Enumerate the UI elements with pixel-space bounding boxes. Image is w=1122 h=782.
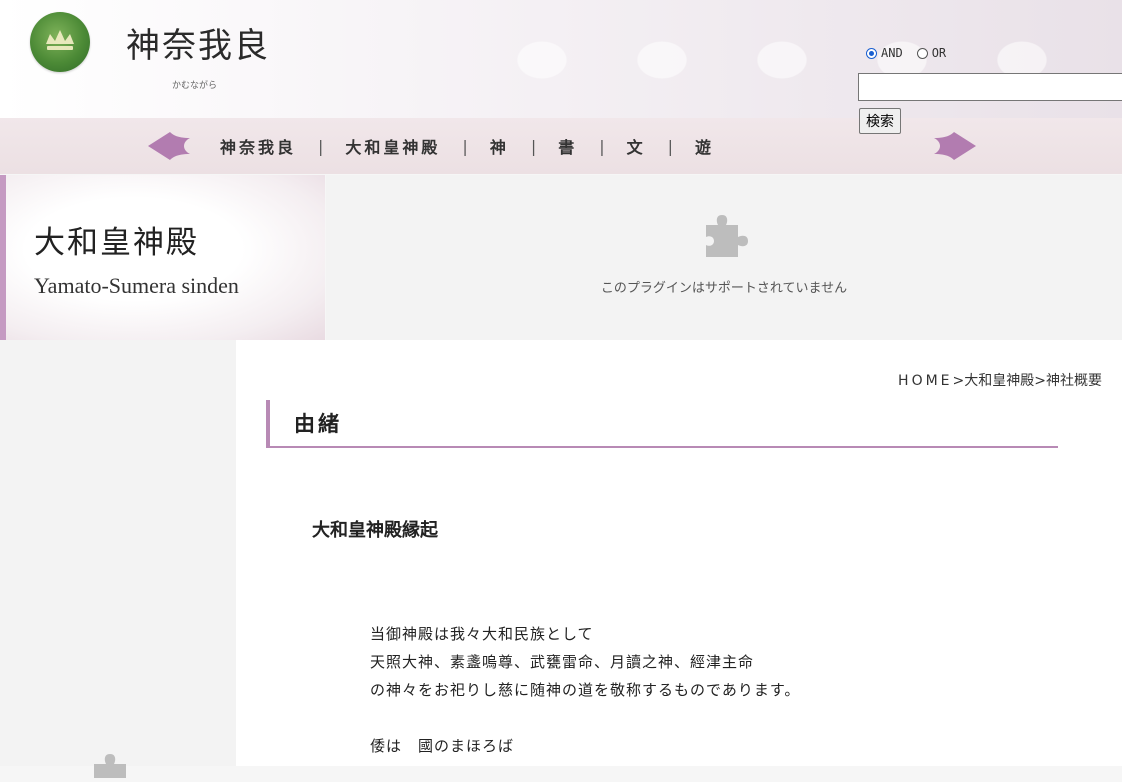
breadcrumb: HOME>大和皇神殿>神社概要 bbox=[898, 370, 1102, 390]
breadcrumb-home[interactable]: HOME bbox=[898, 373, 952, 389]
nav-item-kamunagara[interactable]: 神奈我良 bbox=[220, 134, 296, 158]
text-line: 天照大神、素盞嗚尊、武甕雷命、月讀之神、經津主命 bbox=[370, 653, 755, 671]
nav-item-shrine[interactable]: 大和皇神殿 bbox=[345, 134, 440, 158]
paragraph: 倭は 國のまほろば bbox=[370, 732, 514, 760]
section-heading: 由緒 bbox=[294, 411, 342, 436]
breadcrumb-sep: > bbox=[952, 373, 965, 389]
plugin-message: このプラグインはサポートされていません bbox=[600, 281, 848, 296]
search-options: AND OR bbox=[866, 46, 956, 60]
nav-item-kami[interactable]: 神 bbox=[490, 134, 509, 158]
site-subtitle: かむながら bbox=[172, 81, 218, 91]
main-content: HOME>大和皇神殿>神社概要 由緒 大和皇神殿縁起 当御神殿は我々大和民族とし… bbox=[236, 340, 1122, 766]
nav-item-texts[interactable]: 文 bbox=[627, 134, 646, 158]
text-line: 倭は 國のまほろば bbox=[370, 737, 515, 755]
banner-subtitle: Yamato-Sumera sinden bbox=[34, 273, 239, 298]
breadcrumb-parent[interactable]: 大和皇神殿 bbox=[964, 373, 1034, 389]
breadcrumb-sep: > bbox=[1034, 373, 1046, 389]
banner-title: 大和皇神殿 bbox=[34, 225, 199, 261]
breadcrumb-current: 神社概要 bbox=[1046, 373, 1102, 389]
sidebar bbox=[0, 340, 236, 778]
search-input[interactable] bbox=[858, 73, 1122, 101]
nav-separator: | bbox=[462, 136, 468, 156]
puzzle-piece-icon bbox=[88, 748, 138, 782]
section-heading-box: 由緒 bbox=[266, 400, 1058, 448]
nav-item-books[interactable]: 書 bbox=[558, 134, 577, 158]
and-radio[interactable] bbox=[866, 47, 877, 59]
or-label[interactable]: OR bbox=[932, 46, 946, 60]
and-label[interactable]: AND bbox=[881, 46, 903, 60]
nav-separator: | bbox=[599, 136, 605, 156]
or-radio[interactable] bbox=[916, 47, 928, 59]
text-line: 当御神殿は我々大和民族として bbox=[370, 625, 594, 643]
site-header: 神奈我良 かむながら AND OR bbox=[0, 0, 1122, 118]
arrow-right-icon[interactable] bbox=[932, 132, 978, 164]
puzzle-piece-icon bbox=[700, 209, 750, 263]
site-title[interactable]: 神奈我良 bbox=[126, 18, 270, 67]
nav-separator: | bbox=[530, 136, 537, 156]
main-nav: 神奈我良 | 大和皇神殿 | 神 | 書 | 文 | 遊 bbox=[0, 118, 1122, 174]
nav-items: 神奈我良 | 大和皇神殿 | 神 | 書 | 文 | 遊 bbox=[220, 118, 714, 174]
nav-item-play[interactable]: 遊 bbox=[695, 134, 714, 158]
page-banner: 大和皇神殿 Yamato-Sumera sinden bbox=[0, 175, 325, 340]
nav-separator: | bbox=[318, 136, 324, 156]
crown-emblem-icon[interactable] bbox=[30, 12, 90, 72]
article-title: 大和皇神殿縁起 bbox=[312, 520, 438, 541]
search-button[interactable]: 検索 bbox=[859, 108, 901, 134]
text-line: の神々をお祀りし慈に随神の道を敬称するものであります。 bbox=[370, 681, 801, 699]
nav-separator: | bbox=[667, 136, 674, 156]
plugin-placeholder: このプラグインはサポートされていません bbox=[326, 175, 1122, 340]
arrow-left-icon[interactable] bbox=[146, 132, 192, 164]
paragraph: 当御神殿は我々大和民族として 天照大神、素盞嗚尊、武甕雷命、月讀之神、經津主命 … bbox=[370, 620, 800, 704]
